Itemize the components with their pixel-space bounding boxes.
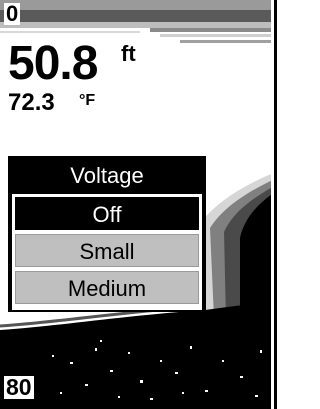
menu-options: Off Small Medium	[12, 194, 202, 310]
menu-title: Voltage	[70, 163, 144, 188]
scale-line	[274, 0, 277, 409]
depth-readout: 50.8	[8, 37, 98, 90]
menu-item-small[interactable]: Small	[15, 234, 199, 267]
range-top-label: 0	[4, 1, 21, 26]
sonar-screen: 0 50.8 ft 72.3 °F 80 Voltage Off Small M…	[0, 0, 281, 409]
depth-unit: ft	[121, 41, 136, 66]
range-bottom-label: 80	[4, 374, 34, 400]
menu-item-off[interactable]: Off	[15, 197, 199, 230]
voltage-menu: Voltage Off Small Medium	[8, 156, 206, 312]
menu-item-medium[interactable]: Medium	[15, 271, 199, 304]
temperature-unit: °F	[79, 92, 96, 109]
temperature-readout: 72.3	[8, 89, 55, 116]
